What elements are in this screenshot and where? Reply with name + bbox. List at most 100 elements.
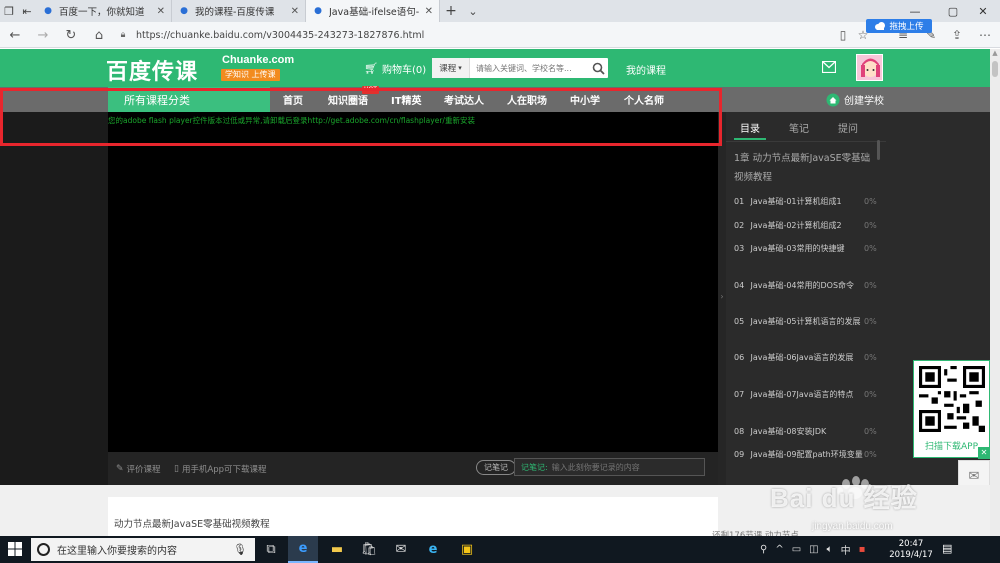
volume-icon[interactable]: 🔈︎ — [827, 544, 833, 555]
people-icon[interactable]: ⚲ — [760, 544, 767, 555]
tray-expand-icon[interactable]: ^ — [775, 544, 783, 555]
input-tool-icon[interactable]: ▪ — [859, 544, 866, 555]
store-icon[interactable]: 🛍︎ — [354, 536, 384, 563]
site-logo-cn[interactable]: 百度传课 — [106, 54, 198, 86]
upload-badge-label: 拖拽上传 — [889, 22, 924, 32]
cloud-icon — [875, 22, 886, 30]
refresh-icon[interactable]: ↻ — [60, 22, 82, 48]
search-category-select[interactable]: 课程 ▾ — [432, 58, 470, 78]
mail-icon[interactable] — [822, 61, 836, 73]
create-school-link[interactable]: 创建学校 — [826, 87, 884, 112]
close-icon[interactable]: ✕ — [291, 6, 299, 17]
scrollbar-thumb[interactable] — [992, 61, 998, 77]
phone-icon: ▯ — [174, 464, 179, 474]
browser-tab-baidu[interactable]: ● 百度一下，你就知道 ✕ — [36, 0, 172, 22]
avatar[interactable] — [856, 54, 883, 81]
taskbar-clock[interactable]: 20:47 2019/4/17 — [886, 539, 936, 561]
browser-tab-bar: ❐ ⇤ ● 百度一下，你就知道 ✕ ● 我的课程-百度传课 ✕ ● Java基础… — [0, 0, 1000, 22]
notification-center-icon[interactable]: ▤ — [942, 542, 952, 555]
search-icon[interactable] — [588, 58, 608, 78]
lesson-item[interactable]: 03 Java基础-03常用的快捷键 0% — [734, 242, 880, 255]
more-menu-icon[interactable]: ⋯ — [974, 22, 996, 48]
watermark-url: jingyan.baidu.com — [812, 521, 893, 532]
nav-k12[interactable]: 中小学 — [570, 87, 600, 112]
drag-upload-badge[interactable]: 拖拽上传 — [866, 19, 932, 33]
nav-exam-master[interactable]: 考试达人 — [444, 87, 484, 112]
lesson-item[interactable]: 02 Java基础-02计算机组成2 0% — [734, 219, 880, 232]
close-icon[interactable]: ✕ — [157, 6, 165, 17]
nav-it-elite[interactable]: IT精英 — [391, 87, 422, 112]
nav-home[interactable]: 首页 — [283, 87, 303, 112]
lesson-item[interactable]: 06 Java基础-06Java语言的发展 0% — [734, 351, 880, 364]
url-field[interactable]: 🔒︎ https://chuanke.baidu.com/v3004435-24… — [116, 25, 856, 45]
tab-questions[interactable]: 提问 — [838, 120, 858, 135]
cart-icon: 🛒︎ — [364, 62, 378, 75]
side-panel-toggle[interactable]: › — [718, 112, 726, 485]
lesson-item[interactable]: 05 Java基础-05计算机语言的发展 0% — [734, 315, 880, 328]
file-explorer-icon[interactable]: ▬ — [322, 536, 352, 563]
reading-view-icon[interactable]: ▯ — [832, 22, 854, 48]
all-categories-menu[interactable]: 所有课程分类 — [108, 87, 270, 112]
ie-browser-icon[interactable]: e — [418, 536, 448, 563]
tab-catalog[interactable]: 目录 — [740, 120, 760, 135]
my-courses-link[interactable]: 我的课程 — [626, 62, 666, 77]
paw-icon: ● — [44, 6, 52, 16]
maximize-icon[interactable]: ▢ — [936, 0, 970, 22]
search-category-label: 课程 — [439, 64, 457, 74]
lesson-number: 06 — [734, 353, 745, 362]
note-input[interactable] — [551, 462, 704, 472]
browser-tab-mycourses[interactable]: ● 我的课程-百度传课 ✕ — [172, 0, 306, 22]
video-player[interactable] — [108, 112, 718, 452]
close-icon[interactable]: ✕ — [978, 447, 990, 459]
lesson-item[interactable]: 09 Java基础-09配置path环境变量 0% — [734, 448, 880, 461]
lesson-title: Java基础-09配置path环境变量 — [750, 450, 863, 459]
tab-aside-icon[interactable]: ⇤ — [18, 0, 36, 22]
panel-scrollbar[interactable] — [877, 140, 880, 160]
edge-browser-icon[interactable]: e — [288, 536, 318, 563]
chapter-title: 1章 动力节点最新JavaSE零基础视频教程 — [734, 153, 871, 183]
site-header: 百度传课 Chuanke.com 学知识 上传课 🛒︎ 购物车(0) 课程 ▾ … — [0, 49, 990, 87]
house-icon — [826, 93, 840, 106]
tab-notes[interactable]: 笔记 — [789, 120, 809, 135]
cortana-icon — [37, 543, 50, 556]
forward-icon[interactable]: → — [32, 22, 54, 48]
battery-icon[interactable]: ▭ — [792, 544, 801, 555]
cart-link[interactable]: 🛒︎ 购物车(0) — [364, 61, 426, 76]
flash-error-message[interactable]: 您的adobe flash player控件版本过低或异常,请卸载后登录http… — [108, 115, 475, 126]
search-box: 课程 ▾ — [432, 58, 608, 78]
tab-actions-icon[interactable]: ❐ — [0, 0, 18, 22]
close-icon[interactable]: ✕ — [425, 6, 433, 17]
lesson-title: Java基础-04常用的DOS命令 — [750, 281, 855, 290]
browser-tab-java[interactable]: ● Java基础-ifelse语句-动力 ✕ — [306, 0, 440, 22]
windows-start-icon[interactable] — [8, 542, 22, 556]
new-tab-icon[interactable]: + — [440, 0, 462, 22]
page-scrollbar[interactable]: ▲ — [990, 49, 1000, 536]
nav-famous-teachers[interactable]: 个人名师 — [624, 87, 664, 112]
task-view-icon[interactable]: ⧉ — [256, 536, 286, 563]
qr-code-icon — [919, 366, 985, 432]
scroll-up-icon[interactable]: ▲ — [990, 49, 1000, 59]
search-input[interactable] — [470, 63, 588, 73]
lesson-item[interactable]: 07 Java基础-07Java语言的特点 0% — [734, 388, 880, 401]
lesson-item[interactable]: 04 Java基础-04常用的DOS命令 0% — [734, 279, 880, 292]
screenshot-tool-icon[interactable]: ▣ — [452, 536, 482, 563]
lesson-title: Java基础-08安装JDK — [750, 427, 827, 436]
app-qr-code[interactable]: 扫描下载APP — [913, 360, 990, 458]
back-icon[interactable]: ← — [4, 22, 26, 48]
microphone-icon[interactable]: 🎙︎ — [233, 543, 247, 556]
home-icon[interactable]: ⌂ — [88, 22, 110, 48]
share-icon[interactable]: ⇪ — [946, 22, 968, 48]
mail-app-icon[interactable]: ✉ — [386, 536, 416, 563]
network-icon[interactable]: ◫ — [809, 544, 818, 555]
lesson-item[interactable]: 01 Java基础-01计算机组成1 0% — [734, 195, 880, 208]
taskbar-search[interactable]: 在这里输入你要搜索的内容 🎙︎ — [31, 538, 255, 561]
close-window-icon[interactable]: ✕ — [966, 0, 1000, 22]
take-note-button[interactable]: 记笔记 — [476, 460, 516, 475]
chevron-down-icon[interactable]: ⌄ — [462, 0, 484, 22]
tab-label: 百度一下，你就知道 — [59, 7, 145, 18]
lesson-item[interactable]: 08 Java基础-08安装JDK 0% — [734, 425, 880, 438]
nav-workplace[interactable]: 人在职场 — [507, 87, 547, 112]
rate-course-link[interactable]: ✎ 评价课程 — [116, 463, 161, 475]
app-download-link[interactable]: ▯ 用手机App可下载课程 — [174, 463, 267, 475]
ime-indicator[interactable]: 中 — [841, 542, 851, 557]
